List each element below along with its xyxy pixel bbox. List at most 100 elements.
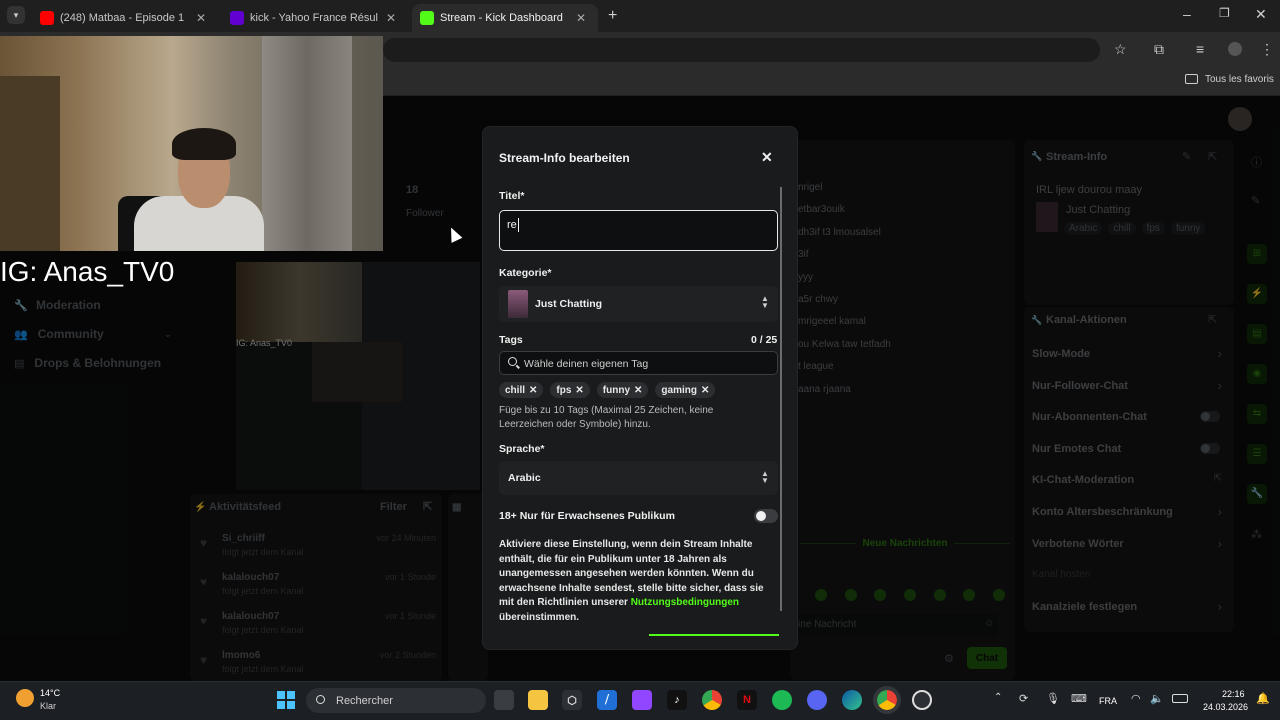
tag-chip[interactable]: fps ✕ [550, 382, 590, 398]
notification-icon[interactable]: 🔔 [1256, 692, 1270, 705]
tag-label: funny [602, 384, 631, 396]
adult-toggle[interactable] [754, 509, 778, 523]
folder-icon [1185, 74, 1198, 84]
tiktok-icon[interactable]: ♪ [667, 690, 687, 710]
close-tab-icon[interactable]: ✕ [196, 11, 206, 25]
tab-label: Stream - Kick Dashboard [440, 12, 563, 24]
keyboard-icon[interactable]: ⌨ [1071, 692, 1087, 705]
taskbar-search-placeholder: Rechercher [336, 695, 393, 707]
media-icon[interactable]: ≡ [1196, 41, 1204, 57]
url-input[interactable] [383, 38, 1100, 62]
tab-search-icon[interactable]: ▾ [7, 6, 25, 24]
tag-chip[interactable]: chill ✕ [499, 382, 544, 398]
file-explorer-icon[interactable] [528, 690, 548, 710]
tab-yahoo[interactable]: kick - Yahoo France Résultats de ✕ [222, 4, 408, 32]
tags-label: Tags [499, 334, 523, 346]
recorder-icon[interactable] [912, 690, 932, 710]
start-icon[interactable] [277, 691, 295, 709]
discord-icon[interactable] [807, 690, 827, 710]
app-icon[interactable]: ⬡ [562, 690, 582, 710]
tag-label: gaming [661, 384, 697, 396]
tray-chevron-icon[interactable]: ⌃ [994, 692, 1002, 703]
kick-icon [420, 11, 434, 25]
adult-description: Aktiviere diese Einstellung, wenn dein S… [499, 538, 769, 625]
modal-title: Stream-Info bearbeiten [499, 151, 630, 165]
new-tab-icon[interactable]: + [608, 7, 617, 25]
tags-count: 0 / 25 [751, 334, 778, 346]
netflix-icon[interactable]: N [737, 690, 757, 710]
bookmarks-label[interactable]: Tous les favoris [1205, 74, 1274, 85]
shelf [0, 76, 60, 251]
remove-tag-icon[interactable]: ✕ [575, 385, 583, 396]
adult-label: 18+ Nur für Erwachsenes Publikum [499, 510, 675, 522]
tab-kick-dashboard[interactable]: Stream - Kick Dashboard ✕ [412, 4, 598, 32]
modal-scrollbar-thumb[interactable] [780, 187, 782, 611]
taskbar-search[interactable]: Rechercher [306, 688, 486, 713]
tray-sync-icon[interactable]: ⟳ [1019, 692, 1028, 705]
spotify-icon[interactable] [772, 690, 792, 710]
tag-search-input[interactable]: Wähle deinen eigenen Tag [499, 351, 778, 375]
tab-label: kick - Yahoo France Résultats de [250, 12, 378, 24]
title-label: Titel* [499, 190, 525, 202]
weather-temp: 14°C [40, 688, 61, 698]
clock-time[interactable]: 22:16 [1222, 689, 1245, 699]
chrome-icon[interactable] [702, 690, 722, 710]
star-icon[interactable]: ☆ [1114, 41, 1127, 58]
category-value: Just Chatting [535, 298, 603, 310]
category-thumb [508, 290, 528, 318]
remove-tag-icon[interactable]: ✕ [634, 385, 642, 396]
maximize-icon[interactable]: ❐ [1219, 6, 1230, 20]
language-label: Sprache* [499, 443, 545, 455]
battery-icon[interactable] [1172, 694, 1188, 703]
task-view-icon[interactable] [494, 690, 514, 710]
twitch-icon[interactable] [632, 690, 652, 710]
extensions-icon[interactable]: ⧉ [1154, 41, 1164, 58]
tag-chip[interactable]: funny ✕ [596, 382, 649, 398]
menu-icon[interactable]: ⋮ [1260, 41, 1274, 58]
volume-icon[interactable]: 🔈 [1150, 692, 1164, 705]
microphone-icon[interactable]: 🎙 [1046, 692, 1060, 705]
weather-icon[interactable] [16, 689, 34, 707]
adult-text-end: übereinstimmen. [499, 611, 580, 623]
category-select[interactable]: Just Chatting ▲ ▼ [499, 286, 778, 322]
title-input[interactable]: re [499, 210, 778, 251]
youtube-icon [40, 11, 54, 25]
select-arrows-icon: ▲ ▼ [761, 294, 769, 310]
select-arrows-icon: ▲ ▼ [761, 469, 769, 485]
tag-label: chill [505, 384, 526, 396]
clock-date[interactable]: 24.03.2026 [1203, 702, 1248, 712]
title-input-value: re [507, 219, 517, 231]
vscode-icon[interactable]: ⧸ [597, 690, 617, 710]
curtain [262, 36, 352, 251]
minimize-icon[interactable]: – [1183, 6, 1191, 22]
toggle-knob [756, 511, 766, 521]
remove-tag-icon[interactable]: ✕ [701, 385, 709, 396]
search-icon [316, 695, 325, 704]
remove-tag-icon[interactable]: ✕ [529, 385, 537, 396]
edit-stream-info-modal: Stream-Info bearbeiten ✕ Titel* re Kateg… [482, 126, 798, 650]
chrome-active-icon[interactable] [873, 686, 901, 714]
tab-youtube[interactable]: (248) Matbaa - Episode 1 | 1 ää ✕ [32, 4, 218, 32]
tag-search-placeholder: Wähle deinen eigenen Tag [524, 358, 649, 370]
wifi-icon[interactable]: ◠ [1131, 692, 1141, 705]
close-tab-icon[interactable]: ✕ [576, 11, 586, 25]
webcam-overlay [0, 36, 383, 251]
yahoo-icon [230, 11, 244, 25]
edge-icon[interactable] [842, 690, 862, 710]
close-window-icon[interactable]: ✕ [1255, 6, 1267, 23]
tag-chip[interactable]: gaming ✕ [655, 382, 716, 398]
save-button-edge[interactable] [649, 634, 779, 636]
language-indicator[interactable]: FRA [1099, 696, 1117, 706]
language-select[interactable]: Arabic ▲ ▼ [499, 461, 778, 495]
close-tab-icon[interactable]: ✕ [386, 11, 396, 25]
tag-label: fps [556, 384, 572, 396]
tab-label: (248) Matbaa - Episode 1 | 1 ää [60, 12, 188, 24]
text-caret [518, 218, 519, 232]
category-label: Kategorie* [499, 267, 552, 279]
ig-handle-overlay: IG: Anas_TV0 [0, 256, 175, 287]
close-icon[interactable]: ✕ [761, 149, 773, 166]
profile-icon[interactable] [1228, 42, 1242, 56]
terms-link[interactable]: Nutzungsbedingungen [631, 597, 739, 608]
search-icon-handle [516, 364, 520, 369]
weather-desc: Klar [40, 701, 57, 711]
